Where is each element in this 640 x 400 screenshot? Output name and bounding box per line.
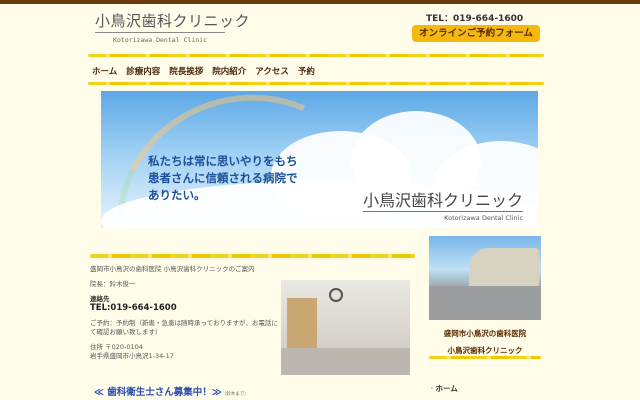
hero-line: ありたい。 xyxy=(148,188,206,202)
nav-clinic-tour[interactable]: 院内紹介 xyxy=(212,65,246,77)
divider xyxy=(88,82,544,85)
sidebar-caption: 小鳥沢歯科クリニック xyxy=(447,346,523,355)
recruitment-link[interactable]: ≪ 歯科衛生士さん募集中！≫（鈴木まで） xyxy=(94,384,249,398)
site-logo[interactable]: 小鳥沢歯科クリニック Kotorizawa Dental Clinic xyxy=(95,10,250,44)
header-phone: TEL：019-664-1600 xyxy=(426,14,524,24)
hero-message: 私たちは常に思いやりをもち 患者さんに信頼される病院で ありたい。 xyxy=(148,153,298,204)
nav-home[interactable]: ホーム xyxy=(92,65,117,77)
director: 院長：鈴木俊一 xyxy=(90,280,136,288)
logo-title: 小鳥沢歯科クリニック xyxy=(95,10,250,33)
main-nav: ホーム 診療内容 院長挨拶 院内紹介 アクセス 予約 xyxy=(92,65,315,77)
nav-reservation[interactable]: 予約 xyxy=(298,65,315,77)
logo-subtitle: Kotorizawa Dental Clinic xyxy=(113,36,207,44)
intro-text: 盛岡市小鳥沢の歯科医院 小鳥沢歯科クリニックのご案内 xyxy=(90,265,255,273)
hero-logo-subtitle: Kotorizawa Dental Clinic xyxy=(444,214,524,222)
divider xyxy=(90,254,415,258)
hero-logo-title: 小鳥沢歯科クリニック xyxy=(363,187,524,212)
nav-greeting[interactable]: 院長挨拶 xyxy=(169,65,203,77)
recruit-text: ≪ 歯科衛生士さん募集中！≫ xyxy=(94,387,222,398)
nav-services[interactable]: 診療内容 xyxy=(126,65,160,77)
hero-logo: 小鳥沢歯科クリニック Kotorizawa Dental Clinic xyxy=(363,187,524,222)
address-postal: 住所 〒020-0104 xyxy=(90,343,143,351)
reception-photo xyxy=(281,280,410,375)
address: 岩手県盛岡市小鳥沢1-34-17 xyxy=(90,352,174,360)
hero-line: 私たちは常に思いやりをもち xyxy=(148,154,298,168)
recruit-note: （鈴木まで） xyxy=(221,392,249,397)
reservation-note: ご予約：予約制（新患・急患は随時承っておりますが、お電話にて確認お願い致します） xyxy=(90,319,278,336)
sidebar-menu-home[interactable]: ・ホーム xyxy=(428,383,458,394)
clinic-info: 盛岡市小鳥沢の歯科医院 小鳥沢歯科クリニックのご案内 院長：鈴木俊一 連絡先 T… xyxy=(90,265,280,361)
sidebar-menu-label: ホーム xyxy=(435,384,458,393)
clinic-exterior-photo xyxy=(429,236,541,320)
sidebar-caption: 盛岡市小鳥沢の歯科医院 xyxy=(443,329,527,338)
top-bar xyxy=(0,0,640,4)
clinic-phone: TEL:019-664-1600 xyxy=(90,303,177,313)
divider xyxy=(429,356,541,359)
divider xyxy=(88,54,544,57)
hero-line: 患者さんに信頼される病院で xyxy=(148,171,298,185)
online-booking-button[interactable]: オンラインご予約フォーム xyxy=(412,25,540,42)
nav-access[interactable]: アクセス xyxy=(255,65,289,77)
hero-banner: 私たちは常に思いやりをもち 患者さんに信頼される病院で ありたい。 小鳥沢歯科ク… xyxy=(101,91,538,228)
